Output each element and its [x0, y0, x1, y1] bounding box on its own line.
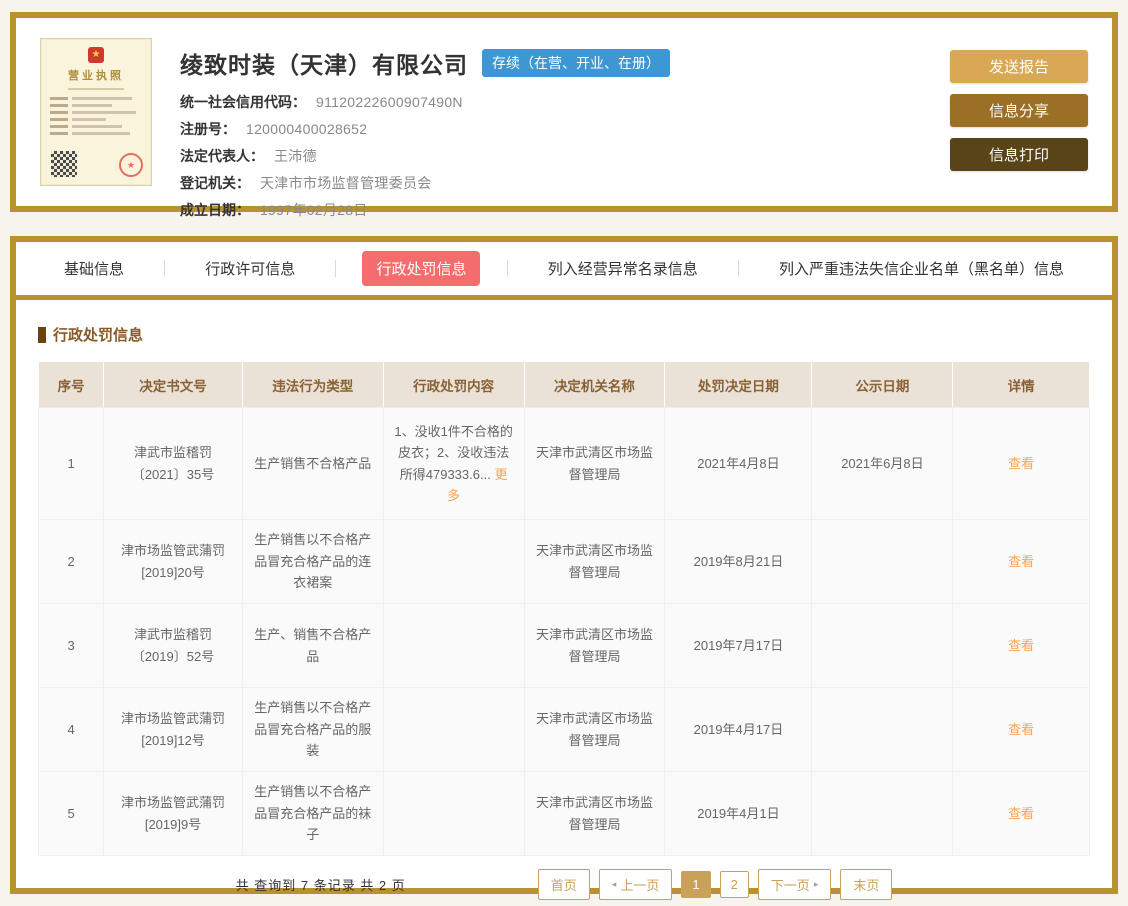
national-emblem-icon: ★ [88, 47, 104, 63]
tab-bar: 基础信息 行政许可信息 行政处罚信息 列入经营异常名录信息 列入严重违法失信企业… [16, 242, 1112, 295]
page-2-button[interactable]: 2 [720, 871, 749, 898]
red-seal-icon: ★ [119, 153, 143, 177]
section-marker-icon [38, 327, 46, 343]
field-establish-date: 成立日期： 1997年02月28日 [180, 200, 950, 220]
company-name: 绫致时装（天津）有限公司 [180, 46, 468, 80]
first-page-button[interactable]: 首页 [538, 869, 590, 900]
field-legal-representative: 法定代表人： 王沛德 [180, 146, 950, 166]
header-actions: 发送报告 信息分享 信息打印 [950, 38, 1088, 171]
tab-blacklist[interactable]: 列入严重违法失信企业名单（黑名单）信息 [765, 251, 1078, 286]
tab-abnormal-operation[interactable]: 列入经营异常名录信息 [534, 251, 712, 286]
next-page-button[interactable]: 下一页▸ [758, 869, 832, 900]
section-title-text: 行政处罚信息 [53, 324, 143, 345]
table-row: 3 津武市监稽罚〔2019〕52号 生产、销售不合格产品 天津市武清区市场监督管… [39, 604, 1090, 688]
tab-divider [738, 260, 739, 277]
table-header-row: 序号 决定书文号 违法行为类型 行政处罚内容 决定机关名称 处罚决定日期 公示日… [39, 362, 1090, 408]
col-header-no: 序号 [39, 362, 104, 408]
penalty-content: 行政处罚信息 序号 决定书文号 违法行为类型 行政处罚内容 决定机关名称 处罚决… [16, 300, 1112, 900]
record-count-summary: 共 查询到 7 条记录 共 2 页 [236, 875, 406, 894]
tab-divider [164, 260, 165, 277]
col-header-decision-date: 处罚决定日期 [665, 362, 812, 408]
share-info-button[interactable]: 信息分享 [950, 94, 1088, 127]
tab-admin-license[interactable]: 行政许可信息 [191, 251, 309, 286]
section-title: 行政处罚信息 [38, 324, 1090, 345]
page-1-button[interactable]: 1 [681, 871, 710, 898]
tab-divider [335, 260, 336, 277]
table-row: 2 津市场监管武蒲罚[2019]20号 生产销售以不合格产品冒充合格产品的连衣裙… [39, 520, 1090, 604]
qr-code-icon [51, 151, 77, 177]
view-detail-link[interactable]: 查看 [1008, 554, 1034, 569]
detail-card: 基础信息 行政许可信息 行政处罚信息 列入经营异常名录信息 列入严重违法失信企业… [10, 236, 1118, 894]
tab-admin-penalty[interactable]: 行政处罚信息 [362, 251, 480, 286]
last-page-button[interactable]: 末页 [840, 869, 892, 900]
send-report-button[interactable]: 发送报告 [950, 50, 1088, 83]
field-registration-authority: 登记机关： 天津市市场监督管理委员会 [180, 173, 950, 193]
view-detail-link[interactable]: 查看 [1008, 638, 1034, 653]
field-registration-no: 注册号： 120000400028652 [180, 119, 950, 139]
pager-buttons: 首页 ◂上一页 1 2 下一页▸ 末页 [538, 869, 893, 900]
license-title: 营业执照 [50, 67, 142, 83]
view-detail-link[interactable]: 查看 [1008, 722, 1034, 737]
col-header-publish-date: 公示日期 [812, 362, 953, 408]
tab-basic-info[interactable]: 基础信息 [50, 251, 138, 286]
col-header-doc: 决定书文号 [104, 362, 243, 408]
field-credit-code: 统一社会信用代码： 91120222600907490N [180, 92, 950, 112]
license-subtitle-line [68, 88, 124, 90]
prev-page-button[interactable]: ◂上一页 [599, 869, 673, 900]
col-header-content: 行政处罚内容 [383, 362, 524, 408]
view-detail-link[interactable]: 查看 [1008, 456, 1034, 471]
print-info-button[interactable]: 信息打印 [950, 138, 1088, 171]
penalty-table: 序号 决定书文号 违法行为类型 行政处罚内容 决定机关名称 处罚决定日期 公示日… [38, 361, 1090, 856]
status-badge: 存续（在营、开业、在册） [482, 49, 670, 77]
col-header-org: 决定机关名称 [524, 362, 665, 408]
prev-arrow-icon: ◂ [612, 879, 617, 890]
pagination: 共 查询到 7 条记录 共 2 页 首页 ◂上一页 1 2 下一页▸ 末页 [38, 869, 1090, 900]
table-row: 1 津武市监稽罚〔2021〕35号 生产销售不合格产品 1、没收1件不合格的皮衣… [39, 408, 1090, 520]
business-license-image: ★ 营业执照 ★ [40, 38, 152, 186]
tab-divider [507, 260, 508, 277]
company-header-card: ★ 营业执照 ★ 绫致时装（天津）有限公司 存续（在营、开业、在册） 统一社会信… [10, 12, 1118, 212]
col-header-detail: 详情 [953, 362, 1090, 408]
col-header-type: 违法行为类型 [242, 362, 383, 408]
table-row: 4 津市场监管武蒲罚[2019]12号 生产销售以不合格产品冒充合格产品的服装 … [39, 688, 1090, 772]
view-detail-link[interactable]: 查看 [1008, 806, 1034, 821]
next-arrow-icon: ▸ [814, 879, 819, 890]
table-row: 5 津市场监管武蒲罚[2019]9号 生产销售以不合格产品冒充合格产品的袜子 天… [39, 772, 1090, 856]
company-info: 绫致时装（天津）有限公司 存续（在营、开业、在册） 统一社会信用代码： 9112… [152, 38, 950, 227]
